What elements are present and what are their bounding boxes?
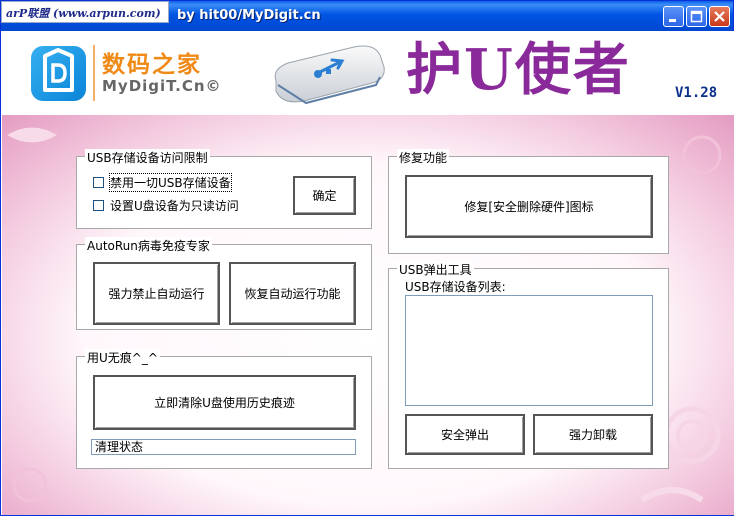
main-panel: USB存储设备访问限制 禁用一切USB存储设备 设置U盘设备为只读访问 确定 A… (2, 115, 734, 515)
confirm-button[interactable]: 确定 (293, 176, 356, 215)
close-icon (714, 11, 725, 22)
checkbox-label: 设置U盘设备为只读访问 (110, 199, 239, 213)
usb-device-list[interactable] (405, 295, 653, 406)
brand-name-cn: 数码之家 (102, 52, 202, 78)
close-button[interactable] (709, 6, 730, 27)
app-title: 护U使者 (406, 37, 631, 103)
autorun-group: AutoRun病毒免疫专家 强力禁止自动运行 恢复自动运行功能 (76, 237, 372, 330)
restore-autorun-button[interactable]: 恢复自动运行功能 (229, 262, 356, 325)
safe-eject-button[interactable]: 安全弹出 (405, 414, 525, 455)
maximize-icon (690, 10, 703, 23)
version-label: V1.28 (675, 85, 718, 101)
minimize-icon (669, 19, 676, 22)
checkbox-box[interactable] (93, 177, 104, 188)
repair-group: 修复功能 修复[安全删除硬件]图标 (388, 149, 669, 254)
no-trace-legend: 用U无痕^_^ (85, 349, 160, 366)
app-header: 数码之家 MyDigiT.Cn© 护U使者 V1.28 (2, 31, 734, 115)
disable-all-usb-checkbox[interactable]: 禁用一切USB存储设备 (93, 173, 232, 192)
usb-drive-illustration (274, 45, 385, 105)
checkbox-box[interactable] (93, 200, 104, 211)
repair-legend: 修复功能 (397, 149, 450, 166)
minimize-button[interactable] (663, 6, 684, 27)
force-unload-button[interactable]: 强力卸载 (533, 414, 653, 455)
mydigit-logo-icon (31, 46, 86, 101)
usb-device-list-label: USB存储设备列表: (405, 280, 506, 294)
usb-restrict-group: USB存储设备访问限制 禁用一切USB存储设备 设置U盘设备为只读访问 确定 (76, 149, 372, 229)
window-title: by hit00/MyDigit.cn (177, 8, 321, 23)
disable-autorun-button[interactable]: 强力禁止自动运行 (93, 262, 220, 325)
autorun-legend: AutoRun病毒免疫专家 (85, 237, 212, 254)
watermark-badge: arP联盟 (www.arpun.com) (1, 1, 169, 23)
checkbox-label: 禁用一切USB存储设备 (109, 173, 232, 192)
repair-safe-remove-button[interactable]: 修复[安全删除硬件]图标 (405, 175, 653, 238)
brand-name-en: MyDigiT.Cn© (102, 77, 222, 95)
usb-readonly-checkbox[interactable]: 设置U盘设备为只读访问 (93, 197, 239, 214)
brand-divider (93, 45, 95, 101)
watermark-text: arP联盟 (www.arpun.com) (6, 7, 161, 20)
eject-group: USB弹出工具 USB存储设备列表: 安全弹出 强力卸载 (388, 261, 669, 469)
clean-status-field: 清理状态 (91, 439, 356, 455)
title-bar[interactable]: by hit00/MyDigit.cn arP联盟 (www.arpun.com… (1, 1, 733, 31)
usb-restrict-legend: USB存储设备访问限制 (85, 149, 210, 166)
clear-history-button[interactable]: 立即清除U盘使用历史痕迹 (93, 375, 356, 430)
eject-legend: USB弹出工具 (397, 261, 474, 278)
app-window: by hit00/MyDigit.cn arP联盟 (www.arpun.com… (0, 0, 734, 516)
no-trace-group: 用U无痕^_^ 立即清除U盘使用历史痕迹 清理状态 (76, 349, 372, 469)
maximize-button[interactable] (686, 6, 707, 27)
